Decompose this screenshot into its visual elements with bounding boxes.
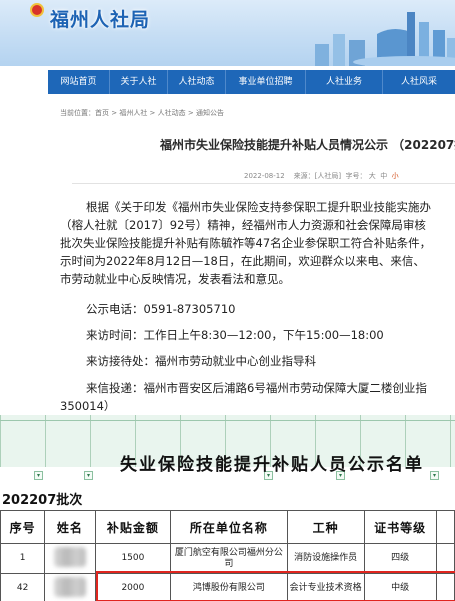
article-title: 福州市失业保险技能提升补贴人员情况公示 （202207批 [160,138,455,152]
city-skyline-illustration [315,12,455,66]
cell-extra [435,543,455,574]
main-nav: 网站首页 关于人社 人社动态 事业单位招聘 人社业务 人社风采 [48,70,455,94]
nav-recruitment[interactable]: 事业单位招聘 [226,70,306,94]
font-size-medium[interactable]: 中 [380,172,387,180]
cell-amount: 2000 [94,573,172,601]
contact-phone: 公示电话：0591-87305710 [86,302,236,316]
header-no: 序号 [0,510,46,544]
paragraph-line-5: 市劳动就业中心反映情况，发表看法和意见。 [60,272,290,286]
site-name[interactable]: 福州人社局 [50,5,150,32]
meta-divider [72,183,455,184]
article-meta: 2022-08-12 来源：[人社局] 字号： 大 中 小 [244,171,399,181]
paragraph-line-2: （榕人社就〔2017〕92号）精神，经福州市人力资源和社会保障局审核 [60,218,426,232]
cell-level: 中级 [363,573,437,601]
nav-services[interactable]: 人社业务 [306,70,383,94]
subsidy-table: 序号 姓名 补贴金额 所在单位名称 工种 证书等级 1 1500 厦门航空有限公… [0,510,455,601]
cell-level: 四级 [363,543,437,574]
article-source: 来源：[人社局] [293,172,342,180]
sheet-title: 失业保险技能提升补贴人员公示名单 [120,455,424,475]
font-size-small[interactable]: 小 [392,172,399,180]
header-extra [435,510,455,544]
cell-no: 1 [0,543,46,574]
nav-news[interactable]: 人社动态 [168,70,226,94]
redacted-name [53,546,86,567]
header-amount: 补贴金额 [94,510,172,544]
header-name: 姓名 [44,510,96,544]
cell-job: 消防设施操作员 [286,543,365,574]
cell-name [44,573,96,601]
table-header-row: 序号 姓名 补贴金额 所在单位名称 工种 证书等级 [0,510,455,544]
redacted-name [53,576,86,597]
cell-extra [435,573,455,601]
sheet-column-header [0,415,455,421]
nav-gallery[interactable]: 人社风采 [383,70,455,94]
font-size-label: 字号： [345,172,367,180]
paragraph-line-3: 批次失业保险技能提升补贴有陈毓祚等47名企业参保职工符合补贴条件， [60,236,432,250]
filter-dropdown-icon[interactable]: ▾ [34,471,43,480]
header-job: 工种 [286,510,365,544]
paragraph-line-4: 示时间为2022年8月12日—18日，在此期间，欢迎群众以来电、来信、 [60,254,425,268]
reception-office: 来访接待处：福州市劳动就业中心创业指导科 [86,354,316,368]
header-level: 证书等级 [363,510,437,544]
spreadsheet-image: ▾ ▾ ▾ ▾ ▾ 失业保险技能提升补贴人员公示名单 202207批次 序号 姓… [0,415,455,601]
letter-address: 来信投递：福州市晋安区后浦路6号福州市劳动保障大厦二楼创业指 [86,381,427,395]
cell-no: 42 [0,573,46,601]
emblem-icon [30,3,44,17]
visit-time: 来访时间：工作日上午8:30—12:00，下午15:00—18:00 [86,328,384,342]
filter-dropdown-icon[interactable]: ▾ [430,471,439,480]
batch-label: 202207批次 [2,493,83,508]
site-banner: 福州人社局 [0,0,455,66]
table-row: 42 2000 鸿博股份有限公司 会计专业技术资格 中级 [0,573,455,601]
table-row: 1 1500 厦门航空有限公司福州分公司 消防设施操作员 四级 [0,543,455,574]
letter-postcode: 350014） [60,399,116,413]
publish-date: 2022-08-12 [244,172,285,180]
paragraph-line-1: 根据《关于印发《福州市失业保险支持参保职工提升职业技能实施办 [86,200,431,214]
cell-company: 鸿博股份有限公司 [170,573,288,601]
cell-job: 会计专业技术资格 [286,573,365,601]
nav-home[interactable]: 网站首页 [48,70,110,94]
cell-company: 厦门航空有限公司福州分公司 [170,543,288,574]
header-company: 所在单位名称 [170,510,288,544]
nav-about[interactable]: 关于人社 [110,70,168,94]
font-size-large[interactable]: 大 [369,172,376,180]
cell-amount: 1500 [94,543,172,574]
breadcrumb[interactable]: 当前位置：首页 > 福州人社 > 人社动态 > 通知公告 [60,108,224,118]
filter-dropdown-icon[interactable]: ▾ [84,471,93,480]
cell-name [44,543,96,574]
